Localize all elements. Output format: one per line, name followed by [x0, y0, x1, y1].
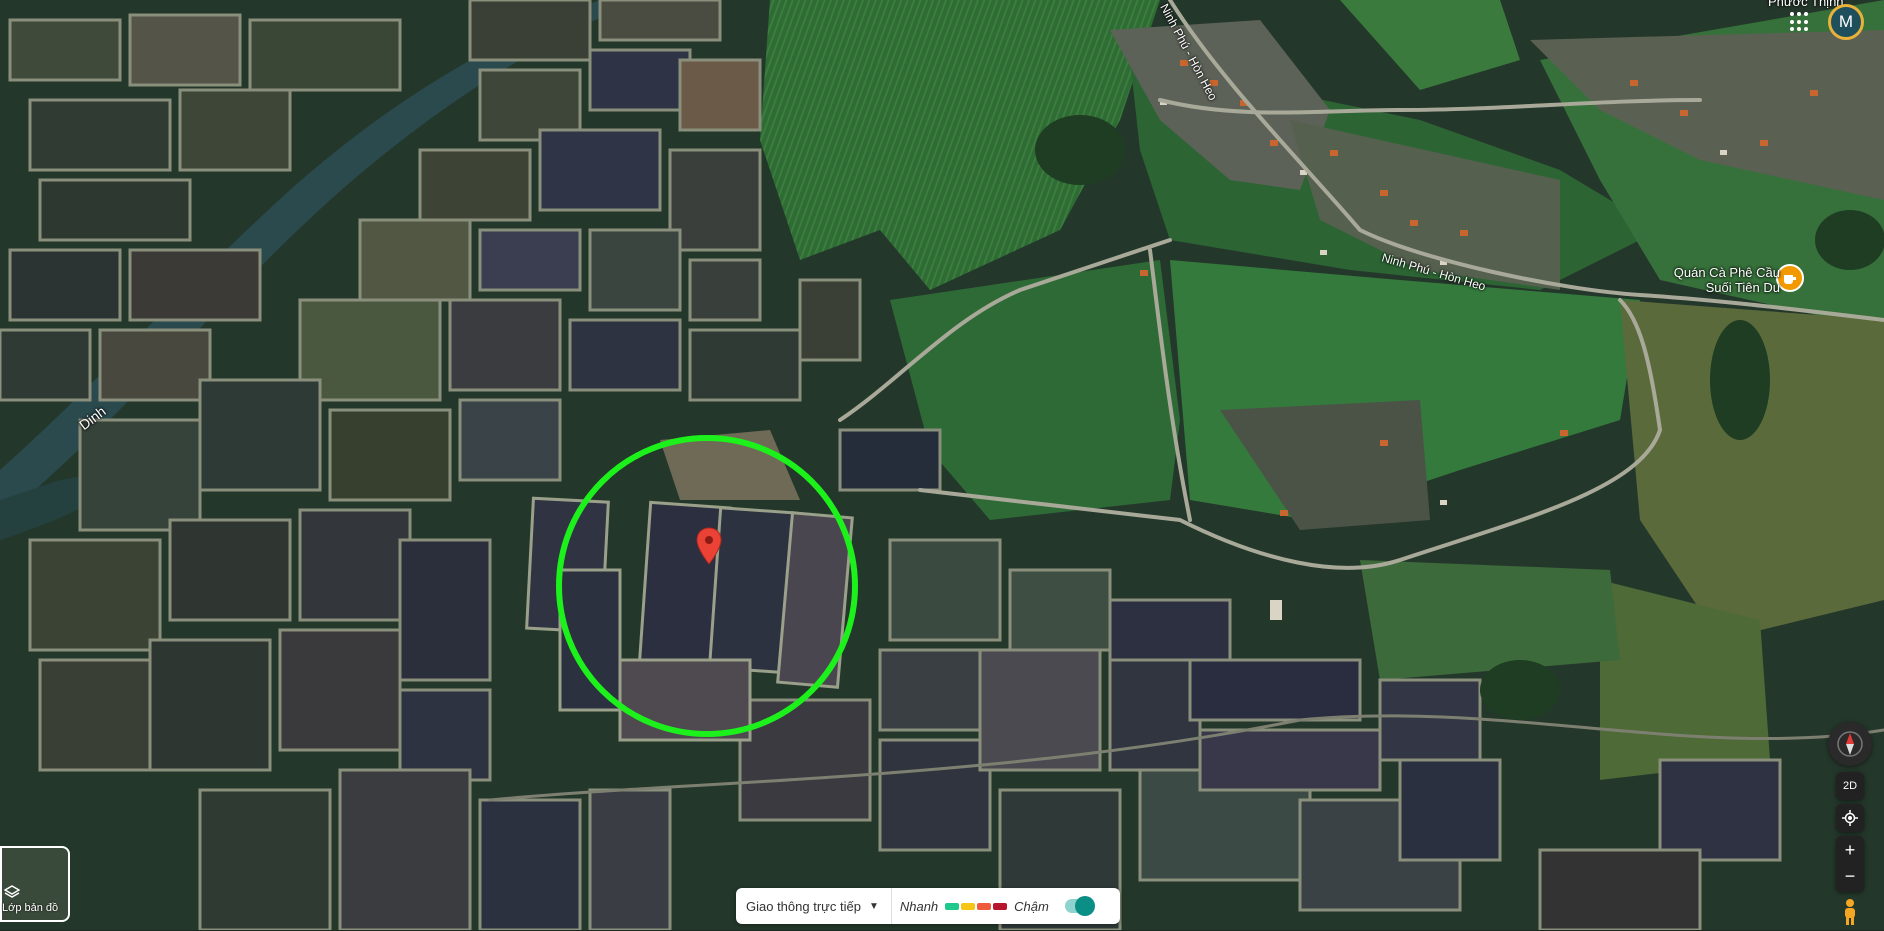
- compass-icon: [1837, 731, 1863, 757]
- compass-button[interactable]: [1828, 722, 1872, 766]
- traffic-slow-label: Chậm: [1014, 898, 1049, 914]
- zoom-controls: + −: [1836, 836, 1864, 892]
- place-label: Phước Thịnh: [1768, 0, 1844, 9]
- traffic-panel: Giao thông trực tiếp ▼ Nhanh Chậm: [736, 888, 1120, 924]
- view-mode-label: 2D: [1842, 780, 1858, 792]
- poi-name-line2: Suối Tiên Du: [1705, 280, 1780, 295]
- traffic-dropdown-label: Giao thông trực tiếp: [746, 898, 861, 914]
- traffic-toggle[interactable]: [1064, 896, 1095, 916]
- coffee-icon[interactable]: [1776, 264, 1804, 292]
- zoom-out-button[interactable]: −: [1845, 864, 1856, 892]
- traffic-swatch: [977, 902, 992, 910]
- my-location-button[interactable]: [1836, 804, 1864, 832]
- my-location-icon: [1842, 810, 1858, 826]
- apps-grid-icon[interactable]: [1790, 12, 1810, 32]
- traffic-legend: Nhanh Chậm: [892, 899, 1057, 914]
- traffic-dropdown[interactable]: Giao thông trực tiếp ▼: [736, 888, 892, 924]
- account-avatar[interactable]: M: [1828, 4, 1864, 40]
- zoom-in-button[interactable]: +: [1845, 836, 1856, 864]
- traffic-swatch: [993, 902, 1008, 910]
- street-view-pegman-icon[interactable]: [1840, 898, 1860, 926]
- traffic-swatch: [945, 902, 960, 910]
- account-initial: M: [1838, 12, 1854, 31]
- traffic-swatch: [961, 902, 976, 910]
- view-mode-button[interactable]: 2D: [1836, 772, 1864, 800]
- poi-label[interactable]: Quán Cà Phê Cầu Suối Tiên Du: [1640, 265, 1780, 295]
- caret-down-icon: ▼: [868, 900, 879, 912]
- poi-name-line1: Quán Cà Phê Cầu: [1673, 265, 1780, 280]
- satellite-map[interactable]: [0, 0, 1884, 930]
- traffic-fast-label: Nhanh: [899, 898, 939, 914]
- layers-label: Lớp bản đồ: [2, 902, 59, 914]
- layers-icon: [4, 885, 20, 898]
- layers-button[interactable]: Lớp bản đồ: [0, 846, 70, 922]
